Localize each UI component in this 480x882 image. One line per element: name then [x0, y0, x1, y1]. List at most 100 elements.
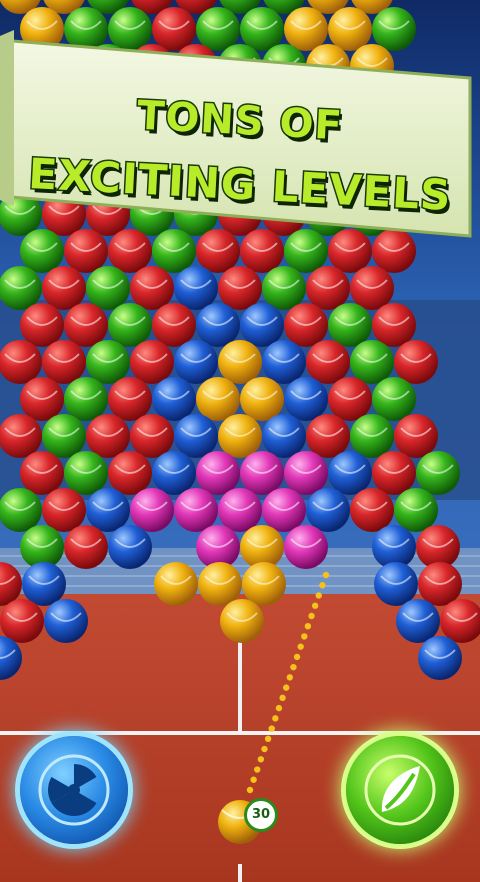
aim-dot: [322, 571, 330, 579]
bomb-powerup-button[interactable]: [20, 736, 128, 844]
bubble-blue: [152, 377, 196, 421]
bubble-red: [418, 562, 462, 606]
bubble-red: [306, 340, 350, 384]
bubble-red: [328, 377, 372, 421]
bubble-blue: [328, 451, 372, 495]
bubble-red: [42, 488, 86, 532]
leaf-fire-icon: [364, 754, 436, 826]
bubble-yellow: [240, 377, 284, 421]
bubble-green: [0, 488, 42, 532]
aim-dot: [319, 582, 326, 589]
aim-dot: [308, 612, 315, 620]
bubble-red: [20, 303, 64, 347]
fire-powerup-button[interactable]: [346, 736, 454, 844]
aim-dot: [282, 684, 290, 691]
radiation-bomb-icon: [38, 754, 110, 826]
bubble-red: [284, 303, 328, 347]
bubble-blue: [374, 562, 418, 606]
aim-dot: [304, 622, 312, 630]
aim-dot: [261, 745, 268, 753]
bubble-blue: [396, 599, 440, 643]
banner-title-line1: TONS OF: [135, 91, 346, 151]
bubble-red: [20, 451, 64, 495]
bubble-green: [86, 266, 130, 310]
banner-text-block: TONS OF EXCITING LEVELS: [0, 20, 480, 260]
bubble-red: [394, 414, 438, 458]
bubble-pink: [284, 525, 328, 569]
bubble-green: [108, 303, 152, 347]
bubble-blue: [174, 414, 218, 458]
bubble-blue: [86, 488, 130, 532]
bubble-red: [372, 303, 416, 347]
bubble-blue: [240, 303, 284, 347]
aim-dot: [279, 694, 286, 702]
bubble-yellow: [196, 377, 240, 421]
bubble-red: [0, 340, 42, 384]
bubble-red: [130, 266, 174, 310]
bubble-red: [372, 451, 416, 495]
bubble-red: [64, 303, 108, 347]
aim-dot: [311, 602, 319, 609]
bubble-red: [108, 377, 152, 421]
bubble-blue: [306, 488, 350, 532]
bubble-red: [64, 525, 108, 569]
bubble-blue: [108, 525, 152, 569]
bubble-red: [218, 266, 262, 310]
aim-dot: [264, 735, 272, 743]
bubble-red: [130, 340, 174, 384]
bubble-pink: [174, 488, 218, 532]
bubble-red: [42, 266, 86, 310]
bubble-pink: [262, 488, 306, 532]
bubble-red: [86, 414, 130, 458]
bubble-red: [350, 266, 394, 310]
bubble-green: [64, 377, 108, 421]
bubble-blue: [152, 451, 196, 495]
bubble-green: [0, 266, 42, 310]
aim-dot: [250, 776, 257, 783]
bubble-pink: [196, 451, 240, 495]
bubble-yellow: [220, 599, 264, 643]
bubble-red: [394, 340, 438, 384]
banner-title-line2: EXCITING LEVELS: [26, 147, 454, 221]
aim-dot: [257, 756, 265, 763]
bubble-yellow: [198, 562, 242, 606]
bubble-pink: [130, 488, 174, 532]
bubble-pink: [284, 451, 328, 495]
bubble-green: [262, 266, 306, 310]
bubble-blue: [262, 340, 306, 384]
aim-dot: [272, 715, 279, 722]
aim-dot: [290, 663, 297, 671]
aim-dot: [246, 786, 254, 794]
bubble-blue: [196, 303, 240, 347]
aim-dot: [315, 592, 322, 599]
bubble-red: [108, 451, 152, 495]
bubble-green: [328, 303, 372, 347]
bubble-red: [130, 414, 174, 458]
bubble-blue: [262, 414, 306, 458]
bubble-red: [0, 599, 44, 643]
aim-dot: [254, 766, 261, 773]
bubble-blue: [174, 266, 218, 310]
aim-dot: [297, 643, 304, 650]
aim-dot: [301, 633, 308, 640]
bubble-green: [86, 340, 130, 384]
bubble-green: [394, 488, 438, 532]
bubble-yellow: [218, 340, 262, 384]
aim-dot: [268, 725, 275, 732]
bubble-blue: [284, 377, 328, 421]
bubble-green: [416, 451, 460, 495]
bubble-green: [64, 451, 108, 495]
bubble-blue: [418, 636, 462, 680]
aim-dot: [286, 674, 294, 681]
bubble-yellow: [242, 562, 286, 606]
bubble-red: [152, 303, 196, 347]
bubble-red: [306, 414, 350, 458]
bubble-red: [42, 340, 86, 384]
aim-dot: [275, 704, 283, 712]
bubble-yellow: [218, 414, 262, 458]
bubble-blue: [22, 562, 66, 606]
bubble-green: [350, 414, 394, 458]
bubble-pink: [240, 451, 284, 495]
bubble-yellow: [154, 562, 198, 606]
bubble-blue: [174, 340, 218, 384]
